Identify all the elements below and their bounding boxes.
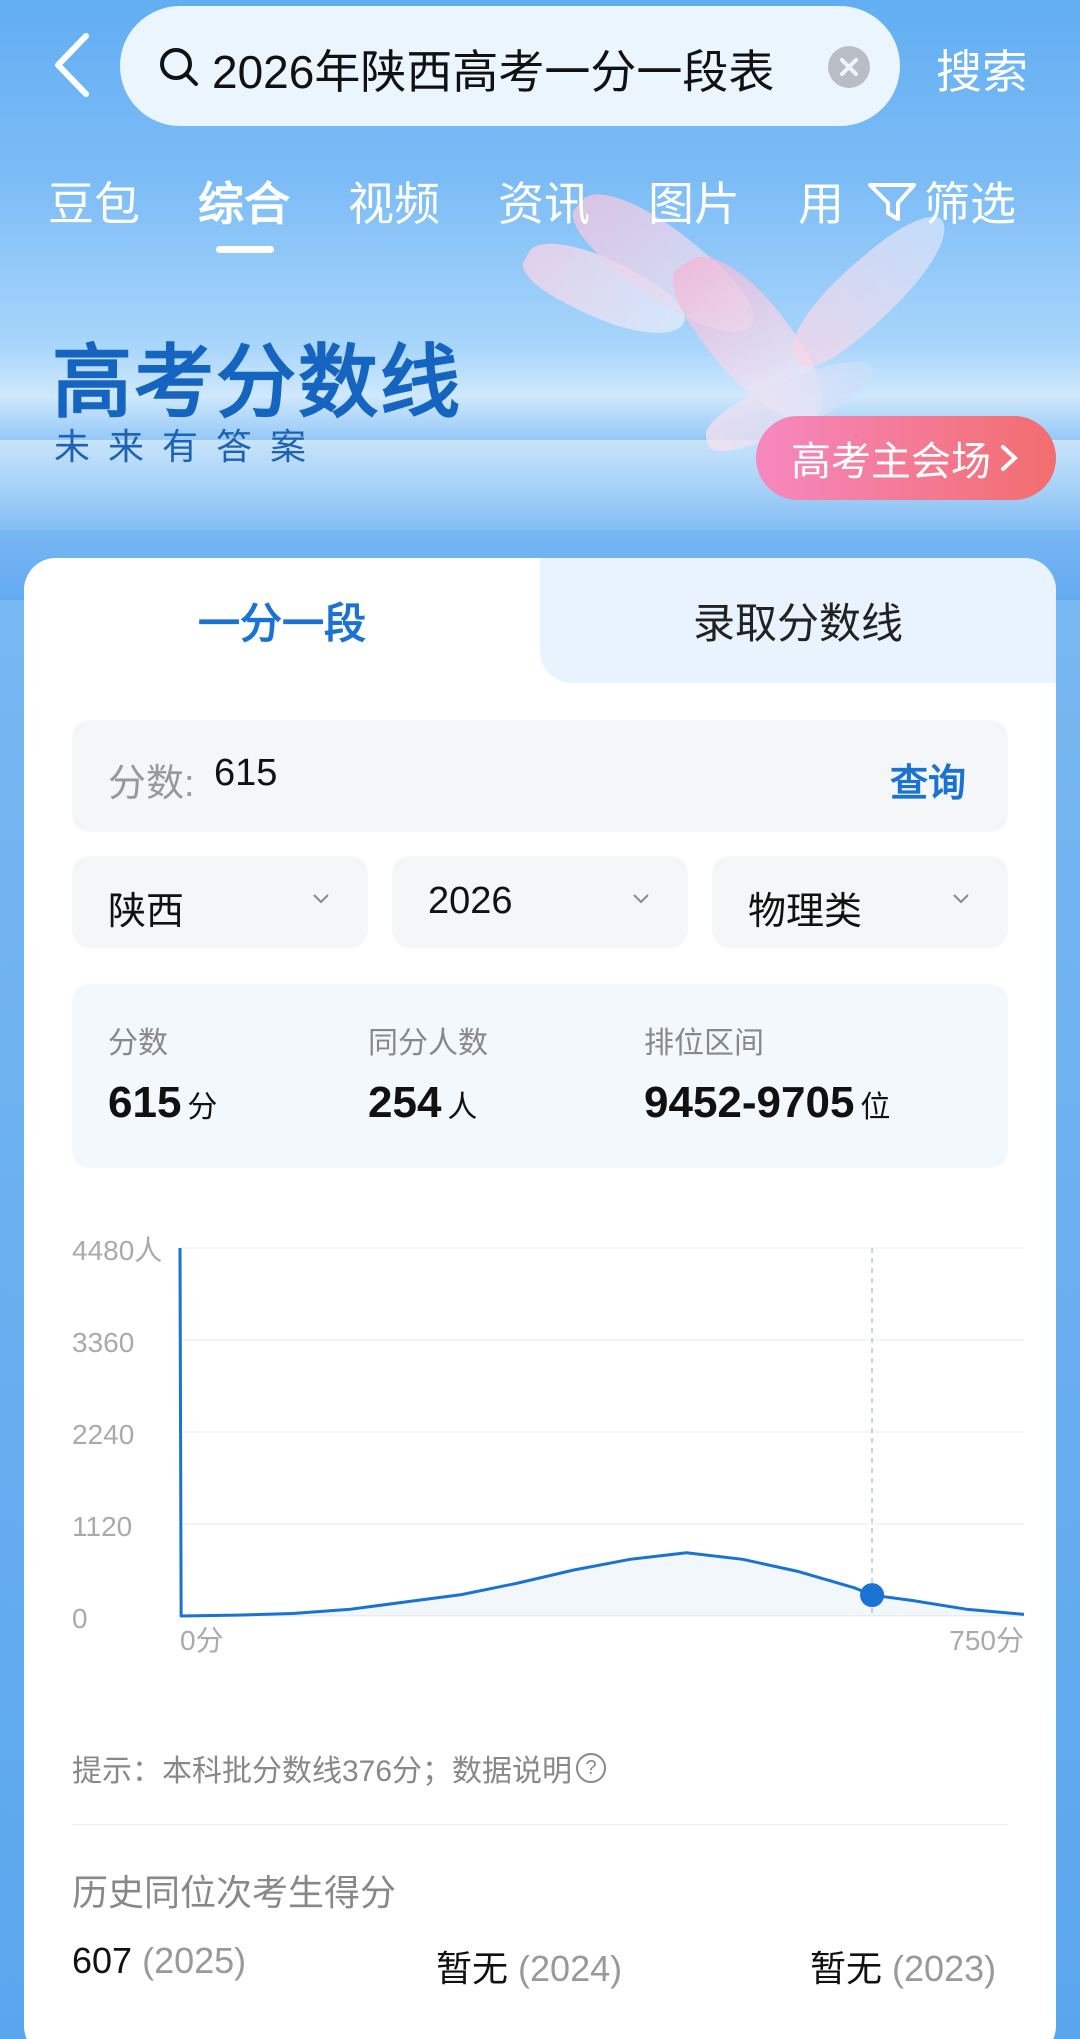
filter-button[interactable]: 筛选 — [866, 168, 1016, 234]
history-year: (2025) — [142, 1940, 247, 1981]
hero-title: 高考分数线 — [52, 335, 462, 429]
stat-label: 分数 — [108, 1027, 168, 1060]
year-select[interactable]: 2026 — [392, 856, 688, 948]
tab-doubao[interactable]: 豆包 — [48, 168, 140, 234]
tab-all[interactable]: 综合 — [198, 168, 290, 234]
filter-selects: 陕西 2026 物理类 — [72, 856, 1008, 948]
stat-rank-range: 排位区间 9452-9705 位 — [644, 1018, 890, 1128]
query-button[interactable]: 查询 — [890, 752, 966, 807]
stat-value: 9452-9705 — [644, 1078, 855, 1127]
chevron-left-icon — [55, 33, 89, 97]
stat-score: 分数 615 分 — [108, 1018, 217, 1128]
history-item-2025: 607 (2025) — [72, 1940, 246, 1982]
help-icon[interactable]: ? — [576, 1753, 607, 1783]
hint-label: 提示：本科批分数线376分；数据说明 — [72, 1755, 573, 1788]
stat-same-score-count: 同分人数 254 人 — [368, 1018, 488, 1128]
province-value: 陕西 — [108, 891, 185, 933]
history-year: (2023) — [892, 1948, 997, 1989]
stat-value: 615 — [108, 1078, 182, 1127]
chevron-right-icon — [1001, 445, 1018, 471]
score-value[interactable]: 615 — [214, 752, 277, 795]
stat-unit: 人 — [447, 1091, 478, 1124]
chevron-down-icon — [633, 894, 649, 904]
year-value: 2026 — [428, 880, 513, 922]
y-tick-label: 4480人 — [72, 1235, 162, 1266]
search-input[interactable]: 2026年陕西高考一分一段表 — [120, 6, 900, 126]
score-distribution-chart: 4480人 3360 2240 1120 0 0分 750分 — [72, 1235, 1025, 1656]
stat-unit: 位 — [860, 1091, 891, 1124]
history-year: (2024) — [518, 1948, 623, 1989]
history-title: 历史同位次考生得分 — [72, 1872, 397, 1913]
clear-icon[interactable] — [828, 46, 870, 88]
province-select[interactable]: 陕西 — [72, 856, 368, 948]
subject-select[interactable]: 物理类 — [712, 856, 1008, 948]
chevron-down-icon — [953, 894, 969, 904]
main-venue-label: 高考主会场 — [791, 440, 991, 484]
tab-images[interactable]: 图片 — [648, 168, 740, 234]
chevron-down-icon — [313, 894, 329, 904]
tab-score-rank[interactable]: 一分一段 — [24, 558, 540, 683]
tab-video[interactable]: 视频 — [348, 168, 440, 234]
score-label: 分数: — [108, 763, 195, 805]
x-tick-label: 0分 — [180, 1625, 224, 1656]
y-tick-label: 1120 — [72, 1511, 132, 1542]
history-item-2023: 暂无 (2023) — [810, 1940, 996, 1992]
tab-news[interactable]: 资讯 — [498, 168, 590, 234]
score-card: 一分一段 录取分数线 分数: 615 查询 陕西 2026 物理类 分数 615… — [24, 558, 1056, 2039]
stats-panel: 分数 615 分 同分人数 254 人 排位区间 9452-9705 位 — [72, 984, 1008, 1168]
back-button[interactable] — [48, 30, 98, 100]
active-tab-indicator — [216, 246, 274, 253]
score-field[interactable]: 分数: 615 查询 — [72, 720, 1008, 832]
highlight-point — [860, 1583, 885, 1608]
stat-value: 254 — [368, 1078, 442, 1127]
tab-more[interactable]: 用 — [798, 168, 844, 234]
y-tick-label: 2240 — [72, 1419, 134, 1450]
stat-label: 同分人数 — [368, 1027, 488, 1060]
history-item-2024: 暂无 (2024) — [436, 1940, 622, 1992]
stat-label: 排位区间 — [644, 1027, 764, 1060]
history-score: 暂无 — [810, 1948, 883, 1989]
history-score: 暂无 — [436, 1948, 509, 1989]
y-tick-label: 0 — [72, 1603, 88, 1634]
hint-text: 提示：本科批分数线376分；数据说明 ? — [72, 1746, 607, 1790]
history-score: 607 — [72, 1940, 133, 1981]
search-button[interactable]: 搜索 — [936, 36, 1028, 102]
category-tabs: 豆包 综合 视频 资讯 图片 用 筛选 — [0, 168, 1080, 253]
filter-label: 筛选 — [924, 178, 1016, 230]
filter-icon — [868, 183, 916, 221]
tab-admission-line[interactable]: 录取分数线 — [540, 558, 1056, 683]
search-icon — [160, 48, 198, 86]
divider — [72, 1824, 1008, 1825]
search-query[interactable]: 2026年陕西高考一分一段表 — [212, 36, 792, 102]
x-tick-label: 750分 — [949, 1625, 1024, 1656]
subject-value: 物理类 — [748, 891, 863, 933]
main-venue-button[interactable]: 高考主会场 — [756, 416, 1056, 500]
card-tabs: 一分一段 录取分数线 — [24, 558, 1056, 683]
y-tick-label: 3360 — [72, 1327, 134, 1358]
stat-unit: 分 — [187, 1091, 218, 1124]
hero-subtitle: 未来有答案 — [54, 426, 325, 467]
